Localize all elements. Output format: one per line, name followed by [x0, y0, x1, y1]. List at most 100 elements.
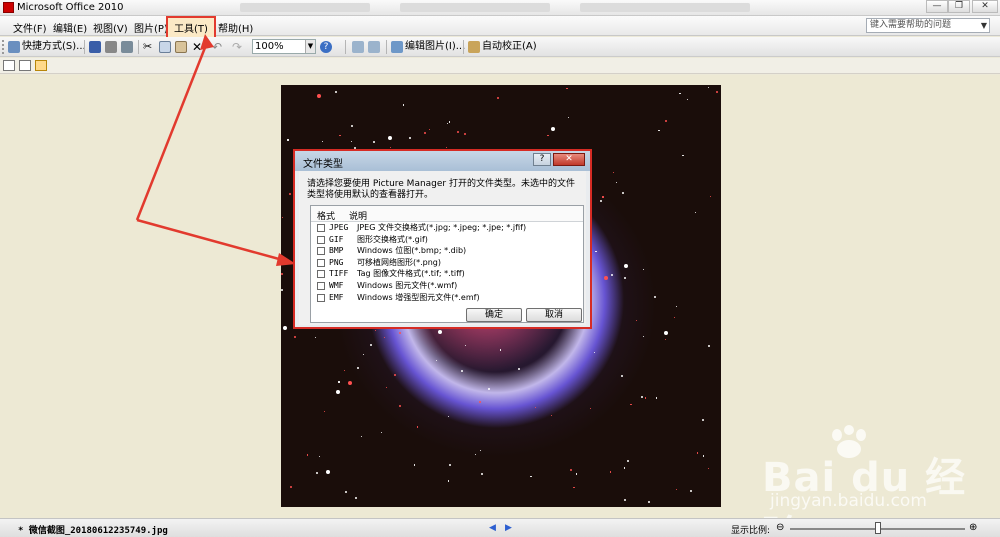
- file-type-checkbox[interactable]: [317, 235, 325, 244]
- star: [709, 195, 712, 197]
- filmstrip-view-button[interactable]: [19, 60, 31, 71]
- zoom-in-button[interactable]: ⊕: [969, 522, 977, 533]
- auto-correct-icon: [468, 41, 480, 53]
- copy-button[interactable]: [159, 39, 171, 55]
- zoom-slider-thumb[interactable]: [874, 522, 881, 534]
- previous-picture-button[interactable]: ◀: [489, 523, 496, 533]
- minimize-button[interactable]: —: [926, 0, 948, 13]
- star: [315, 472, 318, 475]
- file-type-row[interactable]: WMF Windows 图元文件(*.wmf): [311, 280, 583, 292]
- dialog-close-button[interactable]: ✕: [553, 153, 585, 166]
- email-button[interactable]: [121, 39, 133, 55]
- file-types-dialog: 文件类型 ? ✕ 请选择您要使用 Picture Manager 打开的文件类型…: [293, 149, 592, 329]
- file-type-row[interactable]: TIFF Tag 图像文件格式(*.tif; *.tiff): [311, 268, 583, 280]
- star: [288, 193, 291, 196]
- taskbar-tab[interactable]: [400, 3, 550, 12]
- zoom-out-button[interactable]: ⊖: [776, 522, 784, 533]
- star: [570, 469, 573, 472]
- star: [621, 191, 624, 194]
- rotate-left-button[interactable]: [352, 39, 364, 55]
- star: [593, 352, 595, 354]
- star: [604, 275, 609, 280]
- file-type-row[interactable]: EMF Windows 增强型图元文件(*.emf): [311, 292, 583, 304]
- star: [609, 471, 611, 473]
- file-type-row[interactable]: GIF 图形交换格式(*.gif): [311, 234, 583, 246]
- redo-icon: ↷: [232, 40, 243, 54]
- delete-button[interactable]: ✕: [192, 39, 202, 55]
- help-button[interactable]: ?: [320, 39, 332, 55]
- chevron-down-icon[interactable]: ▼: [981, 19, 987, 32]
- file-type-checkbox[interactable]: [317, 247, 325, 256]
- menu-help[interactable]: 帮助(H): [215, 19, 256, 36]
- star: [321, 140, 324, 143]
- menu-tools[interactable]: 工具(T): [166, 16, 216, 39]
- menu-picture[interactable]: 图片(P): [131, 19, 171, 36]
- copy-icon: [159, 41, 171, 53]
- undo-button[interactable]: ↶: [212, 39, 222, 55]
- star: [630, 404, 632, 406]
- star: [374, 330, 377, 332]
- redo-button[interactable]: ↷: [232, 39, 242, 55]
- next-picture-button[interactable]: ▶: [505, 523, 512, 533]
- shortcuts-button[interactable]: 快捷方式(S)...: [8, 39, 86, 55]
- file-type-row[interactable]: BMP Windows 位图(*.bmp; *.dib): [311, 245, 583, 257]
- star: [658, 129, 660, 131]
- edit-picture-icon: [391, 41, 403, 53]
- dialog-body: 请选择您要使用 Picture Manager 打开的文件类型。未选中的文件类型…: [299, 171, 586, 325]
- star: [615, 181, 617, 183]
- file-type-checkbox[interactable]: [317, 293, 325, 302]
- cancel-button[interactable]: 取消: [526, 308, 582, 322]
- menu-view[interactable]: 视图(V): [90, 19, 131, 36]
- file-type-checkbox[interactable]: [317, 224, 325, 232]
- star: [287, 139, 289, 141]
- dialog-title-bar[interactable]: 文件类型 ? ✕: [295, 151, 590, 171]
- view-mode-bar: [0, 58, 1000, 74]
- star: [589, 407, 592, 409]
- help-question-input[interactable]: 键入需要帮助的问题 ▼: [866, 18, 990, 33]
- print-button[interactable]: [105, 39, 117, 55]
- star: [696, 452, 699, 454]
- chevron-down-icon[interactable]: ▼: [305, 40, 315, 53]
- star: [343, 369, 345, 372]
- file-type-row[interactable]: PNG 可移植网络图形(*.png): [311, 257, 583, 269]
- save-button[interactable]: [89, 39, 101, 55]
- dialog-help-button[interactable]: ?: [533, 153, 551, 166]
- paste-button[interactable]: [175, 39, 187, 55]
- star: [281, 216, 283, 219]
- file-type-checkbox[interactable]: [317, 258, 325, 267]
- star: [338, 381, 340, 383]
- edit-picture-button[interactable]: 编辑图片(I)...: [391, 39, 465, 55]
- thumbnail-view-button[interactable]: [3, 60, 15, 71]
- office-app-icon: [3, 2, 14, 13]
- single-picture-view-button[interactable]: [35, 60, 47, 71]
- toolbar-grip[interactable]: [2, 40, 5, 54]
- menu-edit[interactable]: 编辑(E): [50, 19, 90, 36]
- star: [643, 336, 645, 338]
- star: [348, 380, 353, 385]
- dialog-description: 请选择您要使用 Picture Manager 打开的文件类型。未选中的文件类型…: [307, 179, 575, 200]
- menu-file[interactable]: 文件(F): [10, 19, 50, 36]
- file-type-checkbox[interactable]: [317, 270, 325, 279]
- zoom-select[interactable]: 100% ▼: [252, 39, 316, 54]
- star: [478, 401, 481, 404]
- triangle-right-icon: ▶: [505, 523, 512, 533]
- star: [566, 88, 568, 90]
- toolbar-separator: [345, 40, 346, 54]
- auto-correct-button[interactable]: 自动校正(A): [468, 39, 537, 55]
- star: [448, 415, 450, 417]
- dialog-title: 文件类型: [303, 159, 343, 170]
- file-type-checkbox[interactable]: [317, 281, 325, 290]
- star: [381, 432, 383, 434]
- restore-button[interactable]: ❐: [948, 0, 970, 13]
- file-type-row[interactable]: JPEG JPEG 文件交换格式(*.jpg; *.jpeg; *.jpe; *.…: [311, 222, 583, 234]
- taskbar-tab[interactable]: [580, 3, 750, 12]
- rotate-right-button[interactable]: [368, 39, 380, 55]
- file-type-format: TIFF: [329, 269, 349, 279]
- star: [336, 389, 341, 394]
- close-window-button[interactable]: ✕: [972, 0, 998, 13]
- taskbar-tab[interactable]: [240, 3, 370, 12]
- star: [636, 319, 638, 321]
- cut-button[interactable]: ✂: [143, 39, 152, 55]
- ok-button[interactable]: 确定: [466, 308, 522, 322]
- help-circle-icon: ?: [320, 41, 332, 53]
